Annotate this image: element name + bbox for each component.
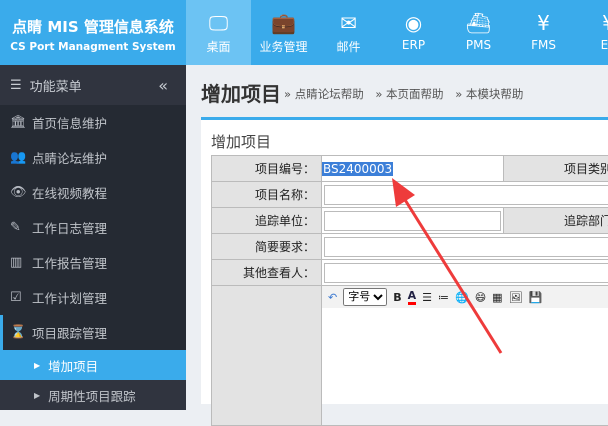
red-arrow-annotation bbox=[0, 0, 608, 404]
